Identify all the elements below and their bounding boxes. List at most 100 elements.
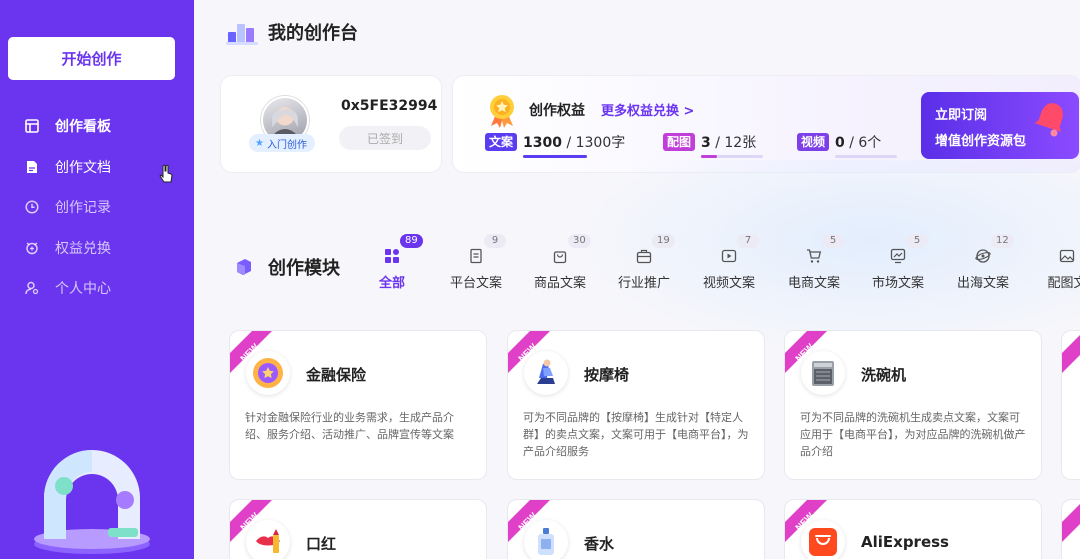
- massage-chair-icon: [524, 351, 568, 395]
- card-description: 可为不同品牌的【按摩椅】生成针对【特定人群】的卖点文案，文案可用于【电商平台】，…: [523, 411, 749, 458]
- tab-count: 89: [400, 234, 423, 248]
- card-description: 针对金融保险行业的业务需求，生成产品介绍、服务介绍、活动推广、品牌宣传等文案: [245, 411, 454, 441]
- quota-progress-bar: [835, 155, 898, 158]
- template-card[interactable]: NEW 洗碗机 可为不同品牌的洗碗机生成卖点文案，文案可应用于【电商平台】，为对…: [784, 330, 1042, 480]
- subscribe-line1: 立即订阅: [935, 108, 988, 123]
- cart-icon: [806, 248, 822, 264]
- arch-illustration: [34, 450, 150, 554]
- tab-video-copy[interactable]: 7 视频文案: [694, 234, 764, 294]
- sidebar-item-records[interactable]: 创作记录: [0, 187, 194, 228]
- sidebar-item-profile[interactable]: 个人中心: [0, 268, 194, 309]
- tab-ecommerce-copy[interactable]: 5 电商文案: [779, 234, 849, 294]
- template-card[interactable]: NEW 按摩椅 可为不同品牌的【按摩椅】生成针对【特定人群】的卖点文案，文案可用…: [507, 330, 765, 480]
- page-title: 我的创作台: [268, 23, 358, 44]
- more-benefits-link[interactable]: 更多权益兑换 >: [601, 100, 694, 119]
- card-title: 洗碗机: [861, 366, 907, 384]
- tab-label: 配图文: [1047, 276, 1080, 291]
- workbench-logo-icon: [226, 24, 258, 45]
- new-ribbon-icon: [1062, 335, 1080, 373]
- template-card[interactable]: NEW 金融保险 针对金融保险行业的业务需求，生成产品介绍、服务介绍、活动推广、…: [229, 330, 487, 480]
- chart-icon: [890, 248, 906, 264]
- medal-icon: [490, 95, 514, 128]
- quota-progress-fill: [701, 155, 717, 158]
- start-creating-button[interactable]: 开始创作: [8, 37, 175, 80]
- cube-icon: [237, 259, 251, 275]
- benefits-card: 创作权益 更多权益兑换 > 文案 1300 / 1300字 配图 3 / 12张…: [452, 75, 1080, 173]
- sidebar-item-label: 权益兑换: [55, 240, 111, 257]
- tab-label: 市场文案: [871, 276, 924, 291]
- card-title: AliExpress: [861, 533, 949, 551]
- finance-insurance-icon: [246, 351, 290, 395]
- dishwasher-icon: [801, 351, 845, 395]
- quota-value: 0 / 6个: [835, 132, 898, 158]
- quota-progress-bar: [523, 155, 588, 158]
- perfume-icon: [524, 520, 568, 559]
- tab-industry-promo[interactable]: 19 行业推广: [609, 234, 679, 294]
- tab-overseas-copy[interactable]: 12 出海文案: [948, 234, 1018, 294]
- tab-label: 视频文案: [702, 276, 755, 291]
- tab-count: 5: [822, 234, 844, 248]
- sidebar-item-label: 个人中心: [55, 281, 111, 298]
- user-icon: [25, 281, 39, 295]
- page-header: 我的创作台: [226, 18, 358, 46]
- subscribe-line2: 增值创作资源包: [935, 134, 1027, 149]
- quota-progress-bar: [701, 155, 764, 158]
- tab-product-copy[interactable]: 30 商品文案: [525, 234, 595, 294]
- quota-image: 配图 3 / 12张: [663, 132, 764, 158]
- briefcase-icon: [636, 248, 652, 264]
- category-tabs: 89 全部 9 平台文案 30 商品文案 19 行业推广 7 视频文案 5 电商…: [364, 234, 1080, 294]
- card-title: 按摩椅: [584, 366, 630, 384]
- doc-icon: [468, 248, 484, 264]
- tab-platform-copy[interactable]: 9 平台文案: [441, 234, 511, 294]
- lipstick-icon: [246, 520, 290, 559]
- tab-count: 7: [737, 234, 759, 248]
- modules-header: 创作模块: [234, 254, 340, 280]
- bag-icon: [552, 248, 568, 264]
- template-card[interactable]: NEW 口红: [229, 499, 487, 559]
- tab-label: 电商文案: [787, 276, 840, 291]
- user-id: 0x5FE32994: [341, 98, 438, 114]
- sidebar-nav: 创作看板 创作文档 创作记录 权益兑换 个人中心: [0, 106, 194, 309]
- modules-title: 创作模块: [268, 258, 340, 279]
- exchange-icon: [25, 241, 39, 255]
- dashboard-icon: [25, 119, 39, 134]
- profile-card: ★ 入门创作 0x5FE32994 已签到: [220, 75, 442, 173]
- card-title: 金融保险: [306, 366, 367, 384]
- sidebar-item-label: 创作看板: [55, 119, 111, 136]
- quota-tag: 配图: [663, 133, 696, 151]
- tab-image-copy[interactable]: 配图文: [1032, 234, 1080, 294]
- aliexpress-logo-icon: [801, 520, 845, 559]
- sidebar-item-label: 创作记录: [55, 200, 111, 217]
- tab-all[interactable]: 89 全部: [357, 234, 427, 294]
- tab-count: 30: [568, 234, 591, 248]
- subscribe-button[interactable]: 立即订阅 增值创作资源包: [921, 92, 1079, 159]
- card-title: 口红: [306, 535, 337, 553]
- sidebar-item-label: 创作文档: [55, 159, 111, 176]
- template-card-partial[interactable]: [1061, 499, 1080, 559]
- template-card[interactable]: NEW 香水: [507, 499, 765, 559]
- card-title: 香水: [584, 535, 615, 553]
- template-card[interactable]: NEW AliExpress: [784, 499, 1042, 559]
- document-icon: [25, 160, 39, 174]
- tab-label: 平台文案: [449, 276, 502, 291]
- template-card-partial[interactable]: [1061, 330, 1080, 480]
- quota-copy: 文案 1300 / 1300字: [485, 132, 625, 158]
- sidebar: 开始创作 创作看板 创作文档 创作记录 权益兑换 个人中心: [0, 0, 194, 559]
- sidebar-item-exchange[interactable]: 权益兑换: [0, 228, 194, 269]
- sidebar-item-dashboard[interactable]: 创作看板: [0, 106, 194, 147]
- bell-icon: [1034, 103, 1063, 137]
- new-ribbon-icon: [1062, 504, 1080, 542]
- tab-label: 商品文案: [533, 276, 586, 291]
- quota-tag: 文案: [485, 133, 518, 151]
- tab-label: 行业推广: [617, 276, 670, 291]
- tab-market-copy[interactable]: 5 市场文案: [863, 234, 933, 294]
- card-description: 可为不同品牌的洗碗机生成卖点文案，文案可应用于【电商平台】，为对应品牌的洗碗机做…: [800, 411, 1026, 458]
- tab-count: 19: [652, 234, 675, 248]
- quota-value: 3 / 12张: [701, 132, 764, 158]
- checkin-button[interactable]: 已签到: [339, 126, 431, 150]
- image-icon: [1059, 248, 1075, 264]
- tab-label: 全部: [378, 276, 405, 291]
- globe-icon: [975, 248, 991, 264]
- tab-count: 9: [484, 234, 506, 248]
- tab-count: 12: [991, 234, 1014, 248]
